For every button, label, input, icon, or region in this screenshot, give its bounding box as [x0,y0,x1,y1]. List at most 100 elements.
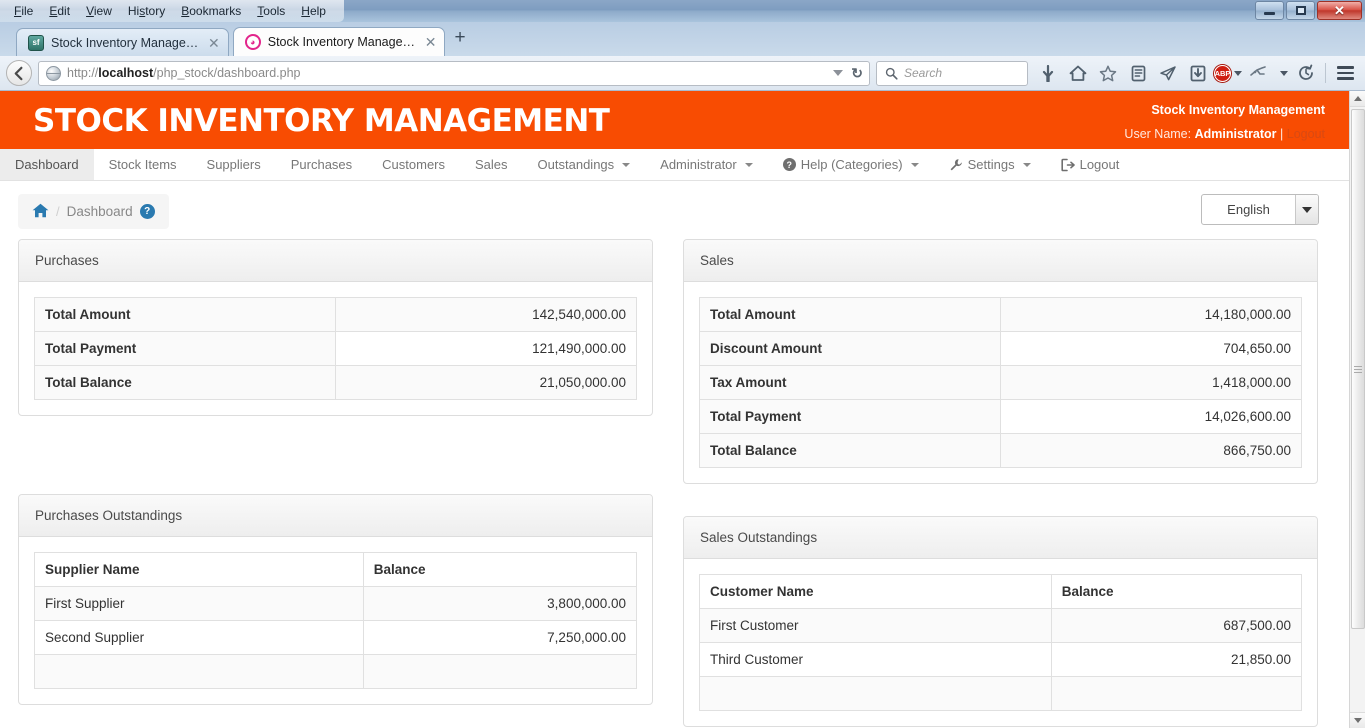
close-button[interactable]: ✕ [1317,1,1362,20]
restore-button[interactable] [1286,1,1315,20]
cell-customer-name [700,677,1052,711]
search-placeholder: Search [904,66,942,80]
browser-toolbar-icons: ABP [1034,60,1359,86]
table-row-partial [700,677,1302,711]
user-name-label: User Name: [1124,127,1191,141]
app-logo: STOCK INVENTORY MANAGEMENT [33,103,609,139]
language-select[interactable]: English [1201,194,1319,225]
chevron-down-icon [911,163,919,167]
browser-tab-1[interactable]: sf Stock Inventory Managem... ✕ [16,28,229,56]
tab-close-icon[interactable]: ✕ [425,35,437,49]
reload-icon[interactable]: ↻ [851,65,863,82]
web-page: STOCK INVENTORY MANAGEMENT Stock Invento… [0,91,1349,728]
question-circle-icon: ? [783,158,796,171]
row-value: 866,750.00 [1001,434,1302,468]
header-title: Stock Inventory Management [1124,98,1325,122]
language-value: English [1202,202,1295,217]
table-row: First Customer 687,500.00 [700,609,1302,643]
toolbar-divider [1325,63,1326,83]
nav-item-help-categories[interactable]: ?Help (Categories) [768,149,934,180]
table-header-row: Supplier Name Balance [35,553,637,587]
plugin-icon[interactable] [1244,60,1272,86]
nav-item-sales[interactable]: Sales [460,149,523,180]
table-row: First Supplier 3,800,000.00 [35,587,637,621]
user-name-value: Administrator [1195,127,1277,141]
menu-help[interactable]: Help [293,2,334,20]
nav-item-customers[interactable]: Customers [367,149,460,180]
row-label: Discount Amount [700,332,1001,366]
sales-outstandings-table: Customer Name Balance First Customer 687… [699,574,1302,711]
breadcrumb-separator: / [56,204,60,219]
nav-item-settings[interactable]: Settings [934,149,1046,180]
table-row: Second Supplier 7,250,000.00 [35,621,637,655]
new-tab-button[interactable]: + [445,28,474,50]
home-icon[interactable] [32,203,49,221]
purchases-outstandings-table: Supplier Name Balance First Supplier 3,8… [34,552,637,689]
table-row: Total Balance 21,050,000.00 [35,366,637,400]
panel-purchases: Purchases Total Amount 142,540,000.00 To… [18,239,653,416]
reader-icon[interactable] [1124,60,1152,86]
nav-item-outstandings[interactable]: Outstandings [523,149,646,180]
main-navigation: Dashboard Stock Items Suppliers Purchase… [0,149,1349,181]
page-scrollbar[interactable] [1349,91,1365,728]
send-icon[interactable] [1154,60,1182,86]
nav-item-dashboard[interactable]: Dashboard [0,149,94,180]
table-row: Discount Amount 704,650.00 [700,332,1302,366]
cell-customer-name: First Customer [700,609,1052,643]
page-viewport: STOCK INVENTORY MANAGEMENT Stock Invento… [0,91,1365,728]
cell-balance: 687,500.00 [1051,609,1301,643]
right-column: Sales Total Amount 14,180,000.00 Discoun… [683,239,1318,728]
nav-item-logout[interactable]: Logout [1046,149,1135,180]
wp-favicon-icon: ◕ [245,34,261,50]
panel-header: Sales [684,240,1317,282]
scrollbar-thumb[interactable] [1351,109,1365,629]
home-icon[interactable] [1064,60,1092,86]
menu-file[interactable]: File [6,2,41,20]
menu-view[interactable]: View [78,2,120,20]
panel-purchases-outstandings: Purchases Outstandings Supplier Name Bal… [18,494,653,705]
tab-close-icon[interactable]: ✕ [208,36,220,50]
menu-edit[interactable]: Edit [41,2,78,20]
nav-item-purchases[interactable]: Purchases [276,149,367,180]
breadcrumb-current: Dashboard [67,204,133,219]
panel-header: Sales Outstandings [684,517,1317,559]
menu-bar: File Edit View History Bookmarks Tools H… [0,0,344,22]
save-page-icon[interactable] [1184,60,1212,86]
history-sync-icon[interactable] [1292,60,1320,86]
row-label: Total Payment [35,332,336,366]
adblock-plus-icon[interactable]: ABP [1214,60,1242,86]
plugin-dropdown-icon[interactable] [1274,60,1290,86]
language-dropdown-button[interactable] [1295,195,1318,224]
menu-hamburger-icon[interactable] [1331,60,1359,86]
row-label: Tax Amount [700,366,1001,400]
panel-body: Supplier Name Balance First Supplier 3,8… [19,537,652,704]
chevron-down-icon[interactable] [1234,71,1242,76]
url-bar[interactable]: http://localhost/php_stock/dashboard.php… [38,61,870,86]
url-dropdown-icon[interactable] [833,70,843,76]
wrench-icon [949,158,963,172]
adblock-badge: ABP [1214,65,1231,82]
header-logout-link[interactable]: Logout [1287,127,1325,141]
minimize-button[interactable] [1255,1,1284,20]
url-text: http://localhost/php_stock/dashboard.php [67,66,827,80]
help-circle-icon[interactable]: ? [140,204,155,219]
browser-tab-2[interactable]: ◕ Stock Inventory Managem... ✕ [233,27,446,56]
panel-title: Purchases Outstandings [35,508,182,523]
sign-out-icon [1061,158,1075,172]
menu-bookmarks[interactable]: Bookmarks [173,2,249,20]
nav-item-administrator[interactable]: Administrator [645,149,768,180]
tab-strip: sf Stock Inventory Managem... ✕ ◕ Stock … [0,22,1365,56]
scroll-down-button[interactable] [1350,712,1365,728]
menu-history[interactable]: History [120,2,173,20]
panel-header: Purchases [19,240,652,282]
nav-item-suppliers[interactable]: Suppliers [192,149,276,180]
table-row: Total Balance 866,750.00 [700,434,1302,468]
scroll-up-button[interactable] [1350,91,1365,107]
search-input[interactable]: Search [876,61,1028,86]
nav-item-stock-items[interactable]: Stock Items [94,149,192,180]
back-button[interactable] [6,60,32,86]
table-row-partial [35,655,637,689]
download-icon[interactable] [1034,60,1062,86]
menu-tools[interactable]: Tools [249,2,293,20]
bookmark-star-icon[interactable] [1094,60,1122,86]
